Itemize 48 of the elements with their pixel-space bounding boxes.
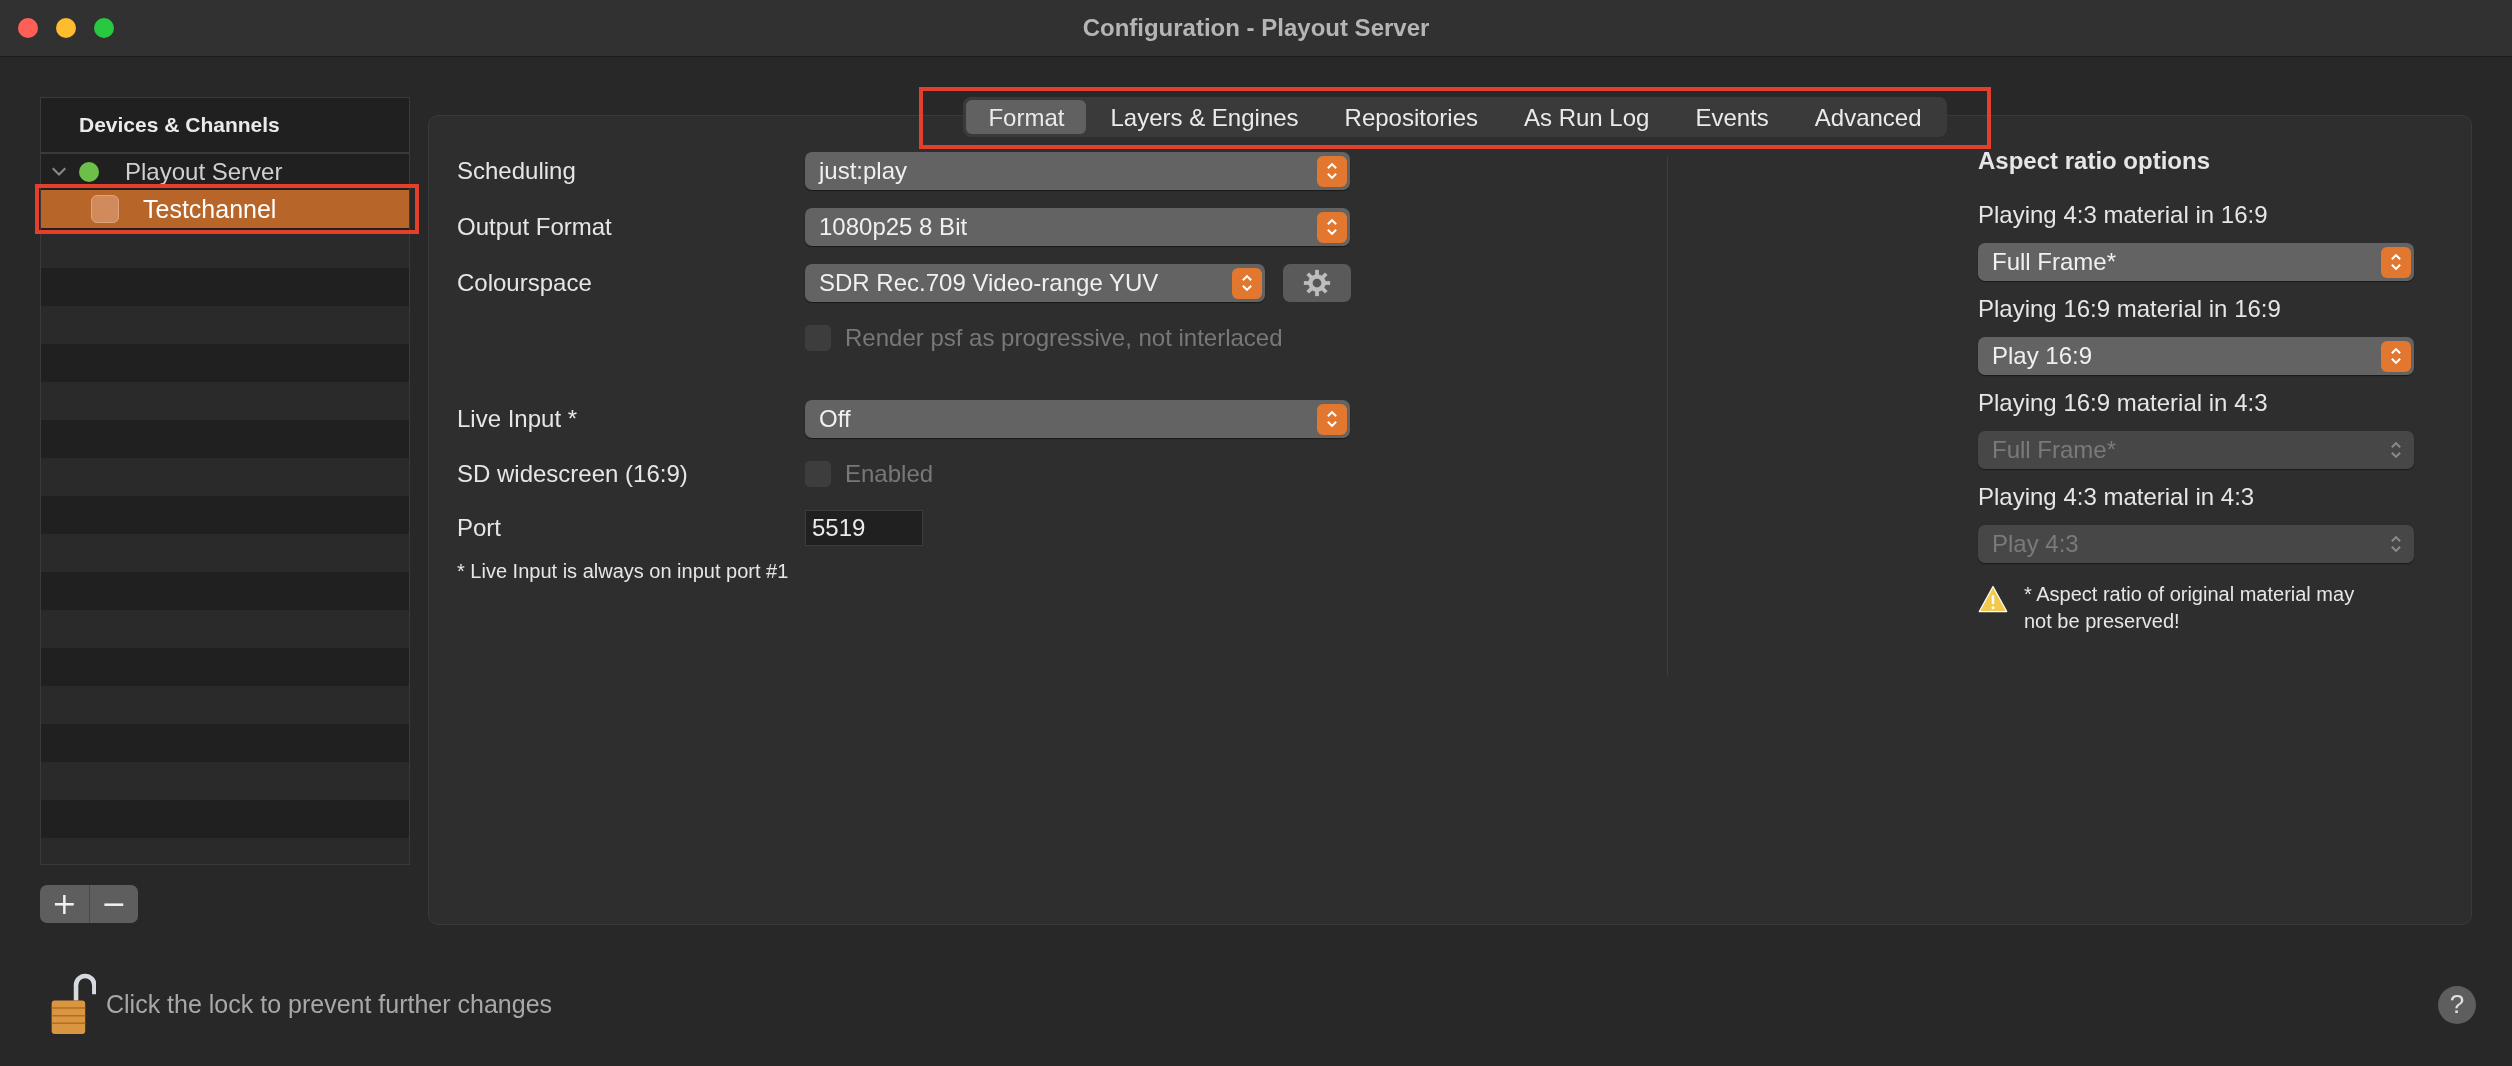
help-button[interactable]: ?	[2438, 985, 2476, 1024]
warning-text: * Aspect ratio of original material may not be preserved!	[2024, 582, 2356, 634]
tab[interactable]: Repositories	[1322, 100, 1500, 134]
stepper-icon	[1317, 403, 1347, 435]
popup-button[interactable]: Off	[805, 400, 1350, 438]
field-label: Scheduling	[457, 157, 577, 185]
settings-button[interactable]	[1283, 264, 1351, 302]
option-label: Playing 16:9 material in 4:3	[1978, 389, 2269, 417]
channel-icon	[91, 195, 119, 223]
popup-button[interactable]: Play 16:9	[1978, 337, 2414, 375]
section-heading: Aspect ratio options	[1978, 147, 2212, 175]
field-label: Live Input *	[457, 405, 579, 433]
remove-button[interactable]: −	[88, 885, 138, 923]
zoom-icon[interactable]	[94, 18, 114, 38]
popup-button[interactable]: SDR Rec.709 Video-range YUV	[805, 264, 1265, 302]
minimize-icon[interactable]	[56, 18, 76, 38]
padlock-icon[interactable]	[50, 972, 96, 1037]
option-label: Playing 16:9 material in 16:9	[1978, 295, 2282, 323]
chevron-icon[interactable]	[51, 167, 67, 177]
popup-button[interactable]: just:play	[805, 152, 1350, 190]
close-icon[interactable]	[18, 18, 38, 38]
lock-hint: Click the lock to prevent further changes	[106, 990, 554, 1019]
tab[interactable]: Format	[966, 100, 1087, 134]
column-header: Devices & Channels	[79, 113, 280, 137]
stepper-icon	[2381, 246, 2411, 278]
stepper-icon	[1317, 155, 1347, 187]
channel-item[interactable]: Testchannel	[41, 190, 409, 228]
option-label: Playing 4:3 material in 4:3	[1978, 483, 2256, 511]
footnote: * Live Input is always on input port #1	[457, 560, 790, 583]
field-label: Port	[457, 514, 502, 542]
popup-button[interactable]: 1080p25 8 Bit	[805, 208, 1350, 246]
option-label: Playing 4:3 material in 16:9	[1978, 201, 2269, 229]
field-label: SD widescreen (16:9)	[457, 460, 689, 488]
gear-icon	[1302, 268, 1332, 298]
field-label: Output Format	[457, 213, 613, 241]
stepper-icon	[2381, 340, 2411, 372]
warning-icon	[1978, 585, 2008, 613]
tab[interactable]: Events	[1673, 100, 1791, 134]
stepper-icon	[1232, 267, 1262, 299]
tab[interactable]: Layers & Engines	[1088, 100, 1321, 134]
stepper-icon	[1317, 211, 1347, 243]
window-title: Configuration - Playout Server	[1082, 14, 1430, 42]
field-label: Colourspace	[457, 269, 593, 297]
tab[interactable]: As Run Log	[1502, 100, 1672, 134]
add-button[interactable]: +	[40, 885, 89, 923]
tab[interactable]: Advanced	[1792, 100, 1944, 134]
popup-button[interactable]: Full Frame*	[1978, 243, 2414, 281]
port-field[interactable]: 5519	[805, 510, 923, 546]
